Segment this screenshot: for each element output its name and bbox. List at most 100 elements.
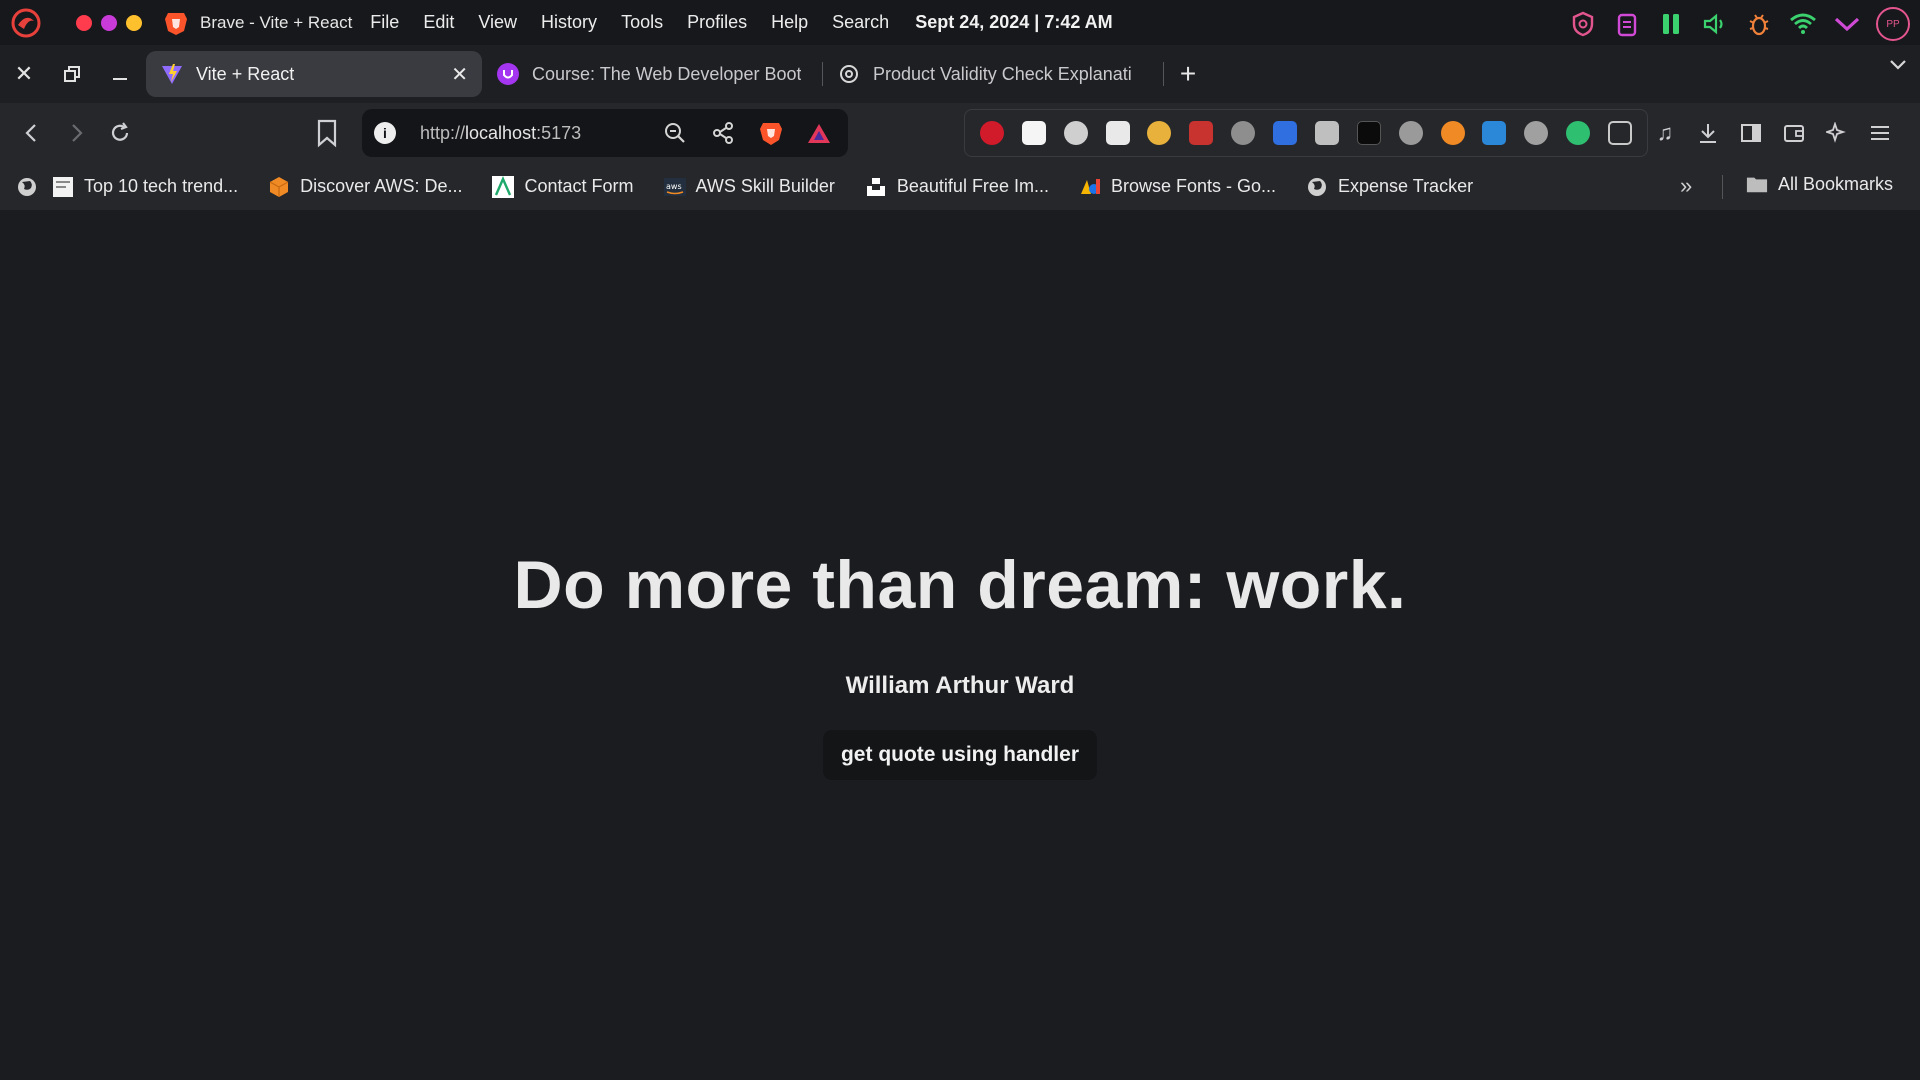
- tab-product-validity[interactable]: Product Validity Check Explanati: [823, 51, 1163, 97]
- bookmark-item-google-fonts[interactable]: Browse Fonts - Go...: [1079, 176, 1276, 198]
- tab-list-chevron-icon[interactable]: [1888, 55, 1908, 78]
- brave-shields-icon[interactable]: [758, 120, 784, 146]
- chatgpt-extension-icon[interactable]: [1356, 121, 1381, 145]
- active-app-title: Brave - Vite + React: [200, 12, 353, 32]
- bookmark-item-discover-aws[interactable]: Discover AWS: De...: [268, 176, 462, 198]
- page-viewport: Do more than dream: work. William Arthur…: [0, 210, 1920, 1080]
- reload-button[interactable]: [98, 111, 142, 155]
- minimize-window-button[interactable]: [101, 14, 117, 31]
- sidebar-icon[interactable]: [1738, 111, 1764, 155]
- unsplash-icon: [866, 177, 885, 196]
- color-picker-extension-icon[interactable]: [1440, 121, 1465, 145]
- window-extension-icon[interactable]: [1273, 121, 1298, 145]
- menu-view[interactable]: View: [478, 12, 517, 33]
- grid-extension-icon[interactable]: [1314, 121, 1339, 145]
- reader-glasses-extension-icon[interactable]: [1063, 121, 1088, 145]
- translate-extension-icon[interactable]: [1147, 121, 1172, 145]
- tab-vite-react[interactable]: Vite + React ✕: [146, 51, 482, 97]
- clipboard-icon[interactable]: [1612, 9, 1642, 39]
- menu-tools[interactable]: Tools: [621, 12, 663, 33]
- back-button[interactable]: [10, 111, 54, 155]
- bookmark-item-aws-skill-builder[interactable]: aws AWS Skill Builder: [663, 176, 835, 198]
- volume-icon[interactable]: [1700, 9, 1730, 39]
- site-info-icon[interactable]: i: [374, 122, 396, 144]
- all-bookmarks-folder[interactable]: All Bookmarks: [1746, 173, 1893, 195]
- zoom-icon[interactable]: [662, 120, 688, 146]
- bookmark-item-unsplash[interactable]: Beautiful Free Im...: [865, 176, 1049, 198]
- close-window-button[interactable]: [76, 14, 92, 31]
- menu-file[interactable]: File: [370, 12, 399, 33]
- leo-ai-icon[interactable]: [1824, 111, 1850, 155]
- system-clock[interactable]: Sept 24, 2024 | 7:42 AM: [915, 12, 1112, 33]
- forward-button[interactable]: [54, 111, 98, 155]
- tab-title: Course: The Web Developer Boot: [532, 63, 802, 84]
- menu-history[interactable]: History: [541, 12, 597, 33]
- aws-cube-icon: [269, 176, 289, 197]
- tab-title: Vite + React: [196, 63, 295, 84]
- bookmark-item-expense-tracker[interactable]: Expense Tracker: [1306, 176, 1473, 198]
- web-extension-icon[interactable]: [1398, 121, 1423, 145]
- bookmarks-divider: [1722, 175, 1723, 199]
- url-field[interactable]: http://localhost:5173: [420, 123, 581, 144]
- get-quote-button[interactable]: get quote using handler: [823, 730, 1097, 780]
- b-extension-icon[interactable]: [1021, 121, 1046, 145]
- close-icon[interactable]: ✕: [0, 50, 48, 98]
- media-pause-icon[interactable]: [1656, 9, 1686, 39]
- address-bar[interactable]: i http://localhost:5173: [362, 109, 848, 157]
- system-top-bar: Brave - Vite + React File Edit View Hist…: [0, 0, 1920, 45]
- vite-logo-icon: [162, 64, 182, 84]
- wave-extension-icon[interactable]: [1482, 121, 1507, 145]
- maximize-window-button[interactable]: [126, 14, 142, 31]
- brave-rewards-icon[interactable]: [806, 120, 832, 146]
- tab-title: Product Validity Check Explanati: [873, 63, 1132, 84]
- menu-edit[interactable]: Edit: [423, 12, 454, 33]
- udemy-icon: [497, 63, 519, 85]
- app-menu-bar: File Edit View History Tools Profiles He…: [370, 12, 889, 33]
- download-icon[interactable]: [1695, 111, 1721, 155]
- menu-search[interactable]: Search: [832, 12, 889, 33]
- svg-text:aws: aws: [666, 182, 682, 191]
- page-thumbnail-icon: [53, 176, 73, 197]
- tab-close-icon[interactable]: ✕: [451, 62, 468, 87]
- bookmark-item-contact-form[interactable]: Contact Form: [492, 175, 634, 198]
- bookmark-icon[interactable]: [313, 117, 341, 149]
- form-logo-icon: [492, 175, 515, 198]
- globe-icon: [1308, 177, 1327, 196]
- restore-window-icon[interactable]: [48, 50, 96, 98]
- address-bar-actions: [662, 120, 832, 146]
- bookmarks-bar: Top 10 tech trend... Discover AWS: De...…: [0, 163, 1920, 210]
- bookmark-item-tech-trends[interactable]: Top 10 tech trend...: [52, 176, 238, 198]
- os-logo-icon[interactable]: [10, 7, 42, 39]
- puzzle-extensions-icon[interactable]: [1608, 121, 1633, 145]
- hamburger-menu-icon[interactable]: [1867, 111, 1893, 155]
- aws-logo-icon: aws: [663, 177, 686, 196]
- extensions-bar: [964, 109, 1648, 157]
- more-bookmarks-icon[interactable]: »: [1680, 173, 1692, 199]
- menu-profiles[interactable]: Profiles: [687, 12, 747, 33]
- wifi-icon[interactable]: [1788, 9, 1818, 39]
- bookmark-red-extension-icon[interactable]: [1189, 121, 1214, 145]
- music-note-icon[interactable]: ♫: [1652, 111, 1678, 155]
- menu-help[interactable]: Help: [771, 12, 808, 33]
- globe-icon[interactable]: [16, 176, 38, 198]
- new-tab-button[interactable]: +: [1164, 50, 1212, 98]
- user-avatar[interactable]: PP: [1876, 7, 1910, 41]
- browser-tools: ♫: [1652, 111, 1893, 155]
- tab-strip: ✕ Vite + React ✕ Course: The Web Develop…: [0, 45, 1920, 103]
- window-traffic-lights: [76, 14, 142, 31]
- openai-icon: [840, 65, 858, 83]
- chevron-down-icon[interactable]: [1832, 9, 1862, 39]
- vpn-shield-icon[interactable]: [1568, 9, 1598, 39]
- minimize-icon[interactable]: [96, 50, 144, 98]
- system-tray: PP: [1568, 7, 1910, 41]
- user-upload-extension-icon[interactable]: [1524, 121, 1549, 145]
- clipboard-extension-icon[interactable]: [1105, 121, 1130, 145]
- alarm-extension-icon[interactable]: [1231, 121, 1256, 145]
- share-icon[interactable]: [710, 120, 736, 146]
- leaf-extension-icon[interactable]: [1566, 121, 1591, 145]
- bug-icon[interactable]: [1744, 9, 1774, 39]
- tab-course[interactable]: Course: The Web Developer Boot: [482, 51, 822, 97]
- wappalyzer-extension-icon[interactable]: [979, 121, 1004, 145]
- quote-text: Do more than dream: work.: [513, 547, 1407, 623]
- wallet-icon[interactable]: [1781, 111, 1807, 155]
